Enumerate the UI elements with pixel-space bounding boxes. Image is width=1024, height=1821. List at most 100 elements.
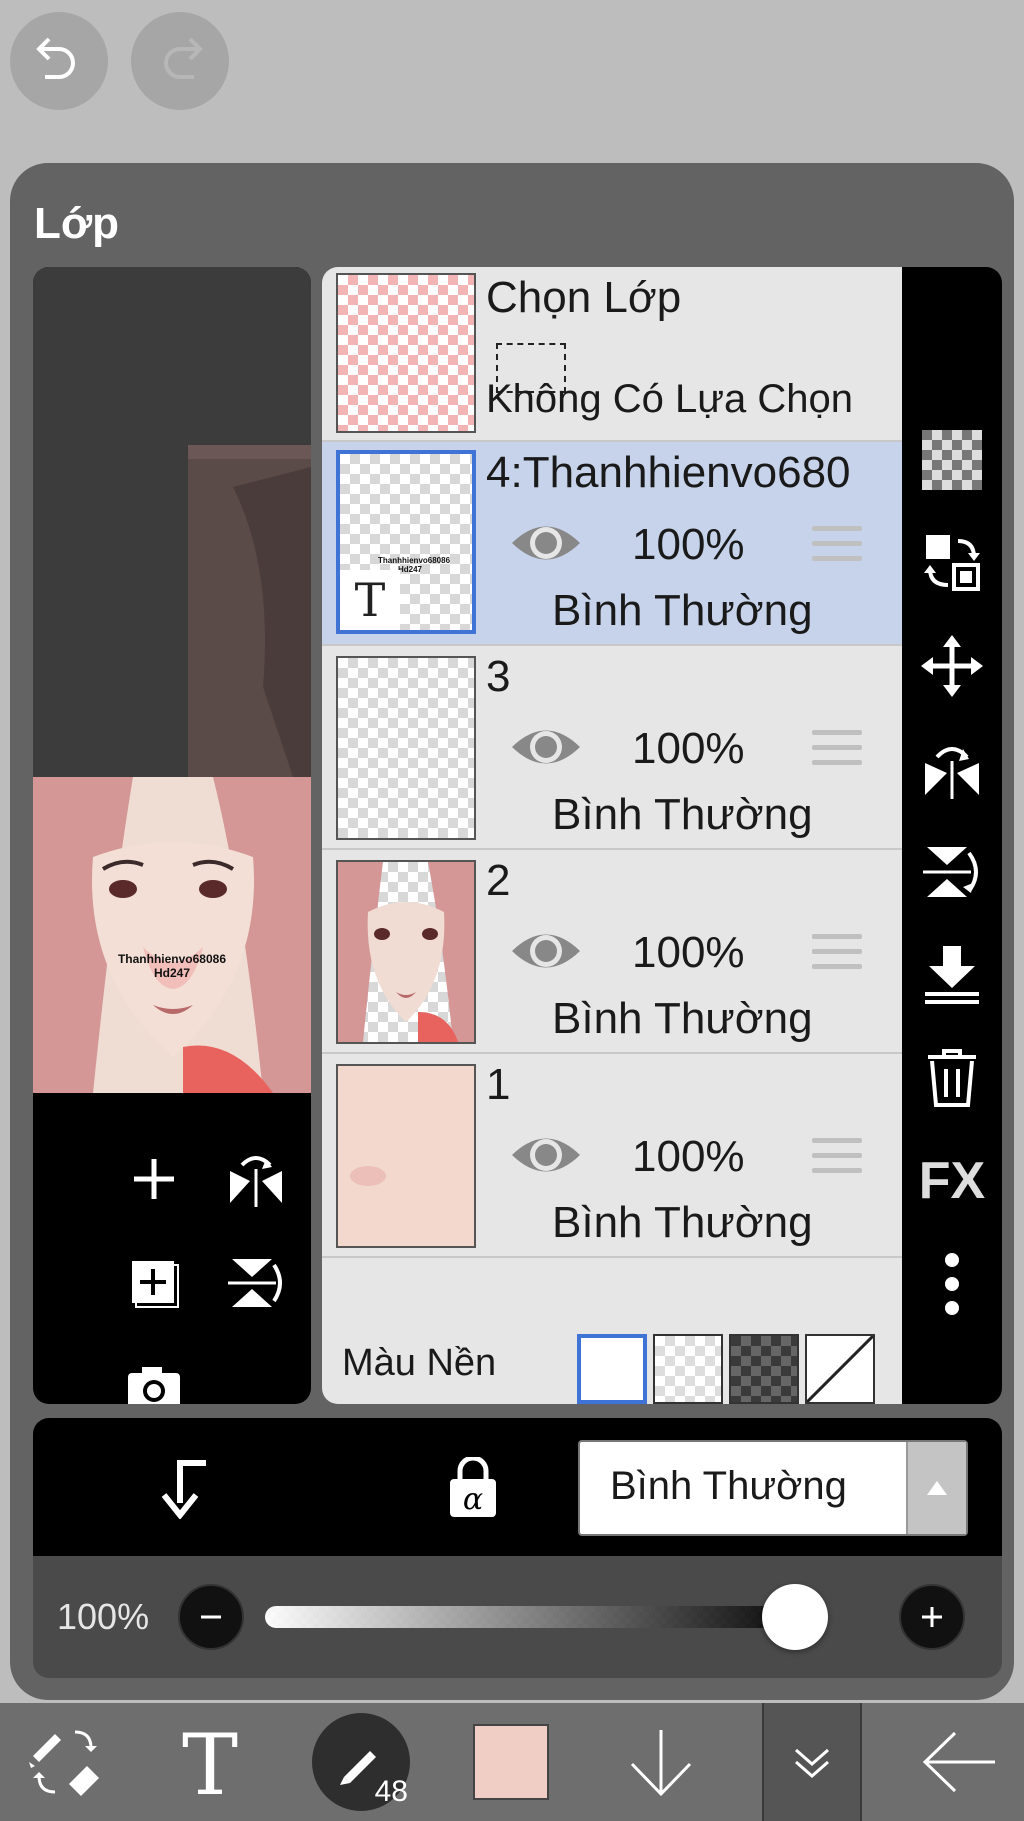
layer-blend-mode: Bình Thường [552, 1198, 813, 1247]
flip-vertical-button[interactable] [912, 832, 992, 912]
add-layer-icon [132, 1261, 179, 1308]
layer-action-bar: α Bình Thường [33, 1418, 1002, 1556]
preview-background-art [188, 445, 311, 777]
layer-name: 1 [486, 1060, 511, 1109]
opacity-decrease-button[interactable] [178, 1584, 244, 1650]
layer-opacity: 100% [632, 1132, 745, 1181]
opacity-slider-knob[interactable] [762, 1584, 828, 1650]
more-options-button[interactable] [912, 1244, 992, 1324]
blend-mode-label: Bình Thường [610, 1464, 847, 1508]
layer-name: 4:Thanhhienvo680 [486, 448, 851, 497]
svg-text:T: T [182, 1722, 238, 1802]
plus-icon [922, 1607, 942, 1627]
brush-tool-button[interactable]: 48 [306, 1703, 416, 1821]
undo-icon [36, 37, 75, 79]
eye-icon[interactable] [510, 722, 582, 772]
layer-name: 3 [486, 652, 511, 701]
arrow-down-icon [630, 1730, 692, 1797]
delete-layer-button[interactable] [912, 1038, 992, 1118]
layer-blend-mode: Bình Thường [552, 790, 813, 839]
bottom-toolbar: T 48 [0, 1703, 1024, 1821]
drag-handle-icon[interactable] [812, 526, 862, 571]
plus-icon [134, 1159, 174, 1199]
opacity-slider[interactable] [265, 1606, 795, 1628]
color-picker-button[interactable] [456, 1703, 566, 1821]
flip-horizontal-preview-button[interactable] [221, 1144, 291, 1214]
flip-vertical-preview-button[interactable] [221, 1248, 291, 1318]
merge-down-button[interactable] [912, 935, 992, 1015]
drag-handle-icon[interactable] [812, 1138, 862, 1183]
text-icon: T [182, 1722, 238, 1802]
canvas-preview[interactable]: Thanhhienvo68086 Hd247 [33, 267, 311, 1404]
layer-row-2[interactable]: 2 100% Bình Thường [322, 850, 902, 1054]
add-layer-button[interactable] [119, 1144, 189, 1214]
selection-status: Không Có Lựa Chọn [486, 377, 854, 421]
layer-side-toolbar: FX [902, 267, 1002, 1404]
brush-eraser-swap-icon [29, 1730, 99, 1796]
svg-text:α: α [463, 1482, 483, 1517]
layer-down-button[interactable] [606, 1703, 716, 1821]
opacity-value: 100% [57, 1596, 150, 1637]
flip-horizontal-icon [925, 747, 979, 799]
flip-vertical-icon [228, 1259, 282, 1307]
layer-row-4[interactable]: Thanhhienvo68086 Hd247 T 4:Thanhhienvo680… [322, 442, 902, 646]
drag-handle-icon[interactable] [812, 934, 862, 979]
collapse-panel-button[interactable] [762, 1703, 862, 1821]
more-vertical-icon [945, 1253, 959, 1315]
text-layer-badge: T [340, 570, 400, 630]
layer-blend-mode: Bình Thường [552, 994, 813, 1043]
layer-row-3[interactable]: 3 100% Bình Thường [322, 646, 902, 850]
move-icon [921, 635, 983, 697]
undo-button[interactable] [10, 12, 108, 110]
swap-icon [924, 535, 980, 591]
bg-light-checker-swatch[interactable] [653, 1334, 723, 1404]
redo-button[interactable] [131, 12, 229, 110]
eye-icon[interactable] [510, 1130, 582, 1180]
bg-white-swatch[interactable] [577, 1334, 647, 1404]
flip-horizontal-button[interactable] [912, 729, 992, 809]
text-tool-button[interactable]: T [155, 1703, 265, 1821]
background-label: Màu Nền [342, 1342, 497, 1384]
opacity-bar: 100% [33, 1556, 1002, 1678]
swap-layer-button[interactable] [912, 523, 992, 603]
back-button[interactable] [904, 1703, 1014, 1821]
layer-thumbnail-4: Thanhhienvo68086 Hd247 T [336, 450, 476, 634]
layer-row-1[interactable]: 1 100% Bình Thường [322, 1054, 902, 1258]
move-layer-button[interactable] [912, 626, 992, 706]
preview-canvas-area [33, 267, 311, 777]
clip-layer-button[interactable] [143, 1448, 223, 1528]
minus-icon [201, 1615, 221, 1619]
selection-thumbnail [336, 273, 476, 433]
fx-button[interactable]: FX [912, 1141, 992, 1221]
selection-layer-row[interactable]: Chọn Lớp Không Có Lựa Chọn [322, 267, 902, 442]
drag-handle-icon[interactable] [812, 730, 862, 775]
preview-artwork: Thanhhienvo68086 Hd247 [33, 777, 311, 1093]
transparency-button[interactable] [912, 420, 992, 500]
background-color-row: Màu Nền [322, 1316, 902, 1404]
alpha-lock-icon: α [450, 1457, 496, 1517]
double-chevron-down-icon [795, 1748, 829, 1778]
bg-none-swatch[interactable] [805, 1334, 875, 1404]
brush-size-value: 48 [374, 1775, 408, 1808]
alpha-lock-button[interactable]: α [433, 1448, 513, 1528]
layer-opacity: 100% [632, 724, 745, 773]
trash-icon [928, 1049, 976, 1107]
brush-size-indicator: 48 [312, 1713, 410, 1811]
eye-icon[interactable] [510, 926, 582, 976]
panel-title: Lớp [34, 199, 120, 248]
merge-down-icon [925, 946, 979, 1004]
add-layer-copy-button[interactable] [119, 1248, 189, 1318]
flip-vertical-icon [923, 847, 978, 897]
bg-dark-checker-swatch[interactable] [729, 1334, 799, 1404]
selection-title: Chọn Lớp [486, 273, 682, 322]
blend-mode-select[interactable]: Bình Thường [578, 1440, 968, 1536]
camera-icon [128, 1367, 180, 1404]
brush-eraser-toggle-button[interactable] [10, 1703, 120, 1821]
current-color-swatch [473, 1724, 549, 1800]
preview-watermark-line2: Hd247 [154, 966, 190, 980]
layer-list: Chọn Lớp Không Có Lựa Chọn Thanhhienvo68… [322, 267, 902, 1404]
camera-button[interactable] [119, 1352, 189, 1404]
arrow-left-icon [922, 1731, 995, 1793]
opacity-increase-button[interactable] [899, 1584, 965, 1650]
eye-icon[interactable] [510, 518, 582, 568]
